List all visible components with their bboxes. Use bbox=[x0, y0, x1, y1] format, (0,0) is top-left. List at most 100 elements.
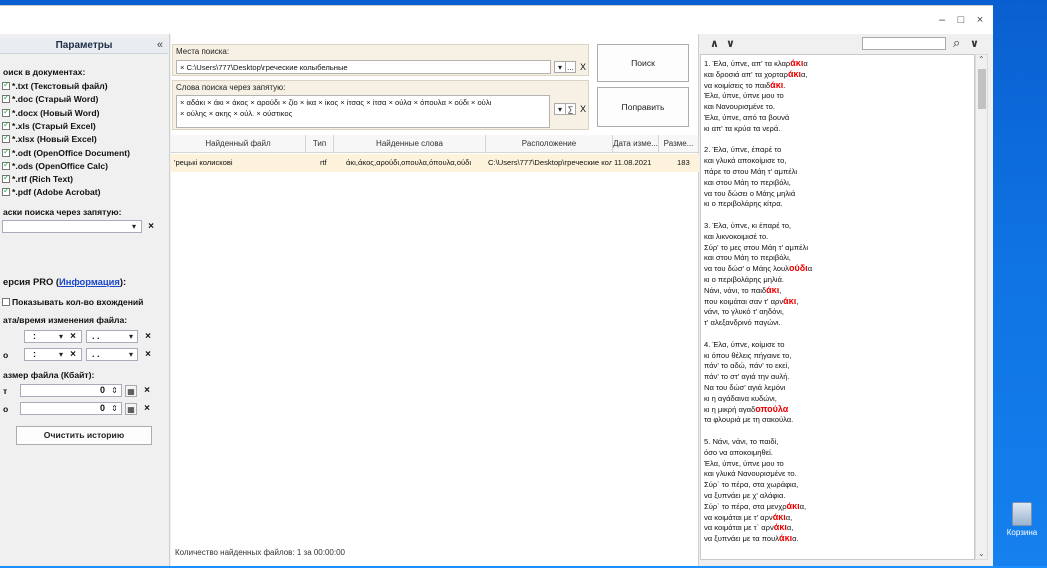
file-type-checkbox[interactable] bbox=[2, 93, 10, 104]
size-from-input[interactable]: 0 ⇕ bbox=[20, 384, 122, 397]
preview-line-text: α bbox=[807, 264, 813, 274]
search-in-docs-label: оиск в документах: bbox=[3, 67, 86, 77]
date-from-date[interactable]: . . ▾ bbox=[86, 330, 138, 343]
calc-icon[interactable]: ▦ bbox=[125, 385, 137, 397]
file-type-option[interactable]: *.xlsx (Новый Excel) bbox=[2, 133, 97, 145]
preview-line: που κοιμάται σαν τ' αρνάκι, bbox=[704, 296, 798, 306]
file-type-checkbox[interactable] bbox=[2, 80, 10, 90]
date-to-date[interactable]: . . ▾ bbox=[86, 348, 138, 361]
size-to-input[interactable]: 0 ⇕ bbox=[20, 402, 122, 415]
preview-line-text: α, bbox=[799, 501, 807, 511]
preview-line: να του δώσ' ο Μάης λουλούδια bbox=[704, 263, 812, 273]
file-type-option[interactable]: *.doc (Старый Word) bbox=[2, 93, 98, 105]
maximize-button[interactable]: □ bbox=[953, 13, 969, 27]
show-count-checkbox[interactable] bbox=[2, 298, 10, 306]
file-type-option[interactable]: *.docx (Новый Word) bbox=[2, 107, 99, 119]
reset-button[interactable]: Поправить bbox=[597, 87, 689, 127]
file-type-checkbox[interactable] bbox=[2, 120, 10, 130]
col-found-words[interactable]: Найденные слова bbox=[334, 135, 486, 153]
col-date[interactable]: Дата изме... bbox=[613, 135, 659, 153]
masks-input[interactable]: ▾ bbox=[2, 220, 142, 233]
preview-search-input[interactable] bbox=[862, 37, 946, 50]
date-to-time[interactable]: : ▾ × bbox=[24, 348, 82, 361]
file-type-option[interactable]: *.odt (OpenOffice Document) bbox=[2, 147, 130, 159]
date-to-clear-icon[interactable]: × bbox=[142, 349, 154, 361]
size-from-clear-icon[interactable]: × bbox=[141, 385, 153, 397]
highlight-match: άκι bbox=[766, 284, 780, 295]
app-window: – □ × Параметры « оиск в документах: *.t… bbox=[0, 5, 993, 567]
file-type-label: *.docx (Новый Word) bbox=[12, 107, 100, 118]
date-from-time-clear-icon[interactable]: × bbox=[67, 331, 79, 343]
file-type-checkbox[interactable] bbox=[2, 133, 10, 144]
file-type-option[interactable]: *.pdf (Adobe Acrobat) bbox=[2, 186, 100, 198]
collapse-icon[interactable]: « bbox=[157, 39, 163, 51]
preview-line-text: κι η αγάδαινα κυδώνι, bbox=[704, 393, 777, 403]
highlight-match: άκι bbox=[779, 533, 793, 544]
preview-line-text: να ξυπνάει με χ' αλάφια. bbox=[704, 491, 786, 500]
col-found-file[interactable]: Найденный файл bbox=[171, 135, 306, 153]
places-clear-icon[interactable]: X bbox=[577, 61, 589, 73]
preview-line: πάρε το στου Μάη τ' αμπέλι bbox=[704, 166, 797, 176]
size-label: азмер файла (Кбайт): bbox=[3, 370, 95, 380]
file-type-checkbox[interactable] bbox=[2, 173, 10, 184]
chevron-down-icon[interactable]: ∨ bbox=[970, 37, 979, 50]
scroll-thumb[interactable] bbox=[978, 69, 986, 109]
search-words-input[interactable]: × αδάκι × άκι × άκος × αρούδι × ζίο × ίκ… bbox=[176, 95, 550, 128]
date-from-time[interactable]: : ▾ × bbox=[24, 330, 82, 343]
preview-line-text: α, bbox=[786, 523, 794, 533]
file-type-checkbox[interactable] bbox=[2, 186, 10, 197]
recycle-bin[interactable]: Корзина bbox=[1002, 502, 1042, 550]
preview-scrollbar[interactable]: ⌃ ⌄ bbox=[975, 54, 988, 560]
highlight-match: ούδι bbox=[788, 263, 808, 274]
search-places-input[interactable]: × C:\Users\777\Desktop\греческие колыбел… bbox=[176, 60, 551, 74]
file-type-option[interactable]: *.xls (Старый Excel) bbox=[2, 120, 96, 132]
sum-icon[interactable]: ∑ bbox=[565, 103, 576, 115]
size-to-clear-icon[interactable]: × bbox=[141, 403, 153, 415]
file-type-label: *.xls (Старый Excel) bbox=[12, 120, 96, 131]
file-type-checkbox[interactable] bbox=[2, 147, 10, 157]
preview-line: και Νανουρισμένε το. bbox=[704, 101, 775, 111]
date-to-prefix: о bbox=[3, 350, 9, 360]
parameters-header: Параметры « bbox=[0, 38, 168, 54]
preview-line-text: και δροσιά απ' τα χορταρ bbox=[704, 69, 788, 79]
show-count-option[interactable]: Показывать кол-во вхождений bbox=[2, 296, 143, 308]
recycle-bin-icon bbox=[1012, 502, 1032, 526]
preview-line-text: να κοιμάται με τ' αρν bbox=[704, 512, 773, 522]
show-count-label: Показывать кол-во вхождений bbox=[12, 297, 144, 307]
file-type-option[interactable]: *.rtf (Rich Text) bbox=[2, 173, 73, 185]
search-button[interactable]: Поиск bbox=[597, 44, 689, 82]
search-icon[interactable]: ⌕ bbox=[953, 35, 960, 51]
col-type[interactable]: Тип bbox=[306, 135, 334, 153]
col-location[interactable]: Расположение bbox=[486, 135, 613, 153]
parameters-panel: Параметры « оиск в документах: *.txt (Те… bbox=[0, 34, 170, 567]
preview-line: Έλα, ύπνε, ύπνε μου το bbox=[704, 458, 784, 468]
preview-line-text: τα φλουριά με τη σακούλα. bbox=[704, 415, 794, 425]
table-row[interactable]: 'рецькі колискові rtf άκι,άκος,αρούδι,οπ… bbox=[171, 154, 699, 172]
file-type-option[interactable]: *.txt (Текстовый файл) bbox=[2, 80, 108, 92]
col-size[interactable]: Разме... bbox=[659, 135, 699, 153]
minimize-button[interactable]: – bbox=[934, 13, 950, 27]
highlight-match: οπούλα bbox=[755, 403, 789, 414]
preview-line: να κοιμάται με τ` αρνάκια, bbox=[704, 522, 793, 532]
file-type-label: *.ods (OpenOffice Calc) bbox=[12, 160, 108, 171]
calc-icon[interactable]: ▦ bbox=[125, 403, 137, 415]
preview-line: και γλυκά αποκοίμισε το, bbox=[704, 155, 787, 165]
browse-button[interactable]: ... bbox=[565, 61, 576, 73]
masks-dropdown-icon[interactable]: ▾ bbox=[128, 221, 140, 233]
file-type-checkbox[interactable] bbox=[2, 160, 10, 170]
preview-line-text: 5. Νάνι, νάνι, το παιδί, bbox=[704, 437, 779, 446]
words-clear-icon[interactable]: X bbox=[577, 103, 589, 115]
date-to-time-clear-icon[interactable]: × bbox=[67, 349, 79, 361]
preview-line-text: Να του δώσ' αγιά λεμόνι bbox=[704, 383, 786, 392]
close-button[interactable]: × bbox=[972, 13, 988, 27]
next-match-icon[interactable]: ∨ bbox=[726, 37, 735, 50]
preview-text[interactable]: 1. Έλα, ύπνε, απ' τα κλαράκια και δροσιά … bbox=[700, 54, 975, 560]
date-from-clear-icon[interactable]: × bbox=[142, 331, 154, 343]
pro-info-link[interactable]: Информация bbox=[59, 276, 120, 287]
clear-history-button[interactable]: Очистить историю bbox=[16, 426, 152, 445]
file-type-checkbox[interactable] bbox=[2, 107, 10, 117]
file-type-option[interactable]: *.ods (OpenOffice Calc) bbox=[2, 160, 108, 172]
masks-clear-icon[interactable]: × bbox=[145, 221, 157, 233]
spin-icon: ⇕ bbox=[111, 404, 118, 413]
prev-match-icon[interactable]: ∧ bbox=[710, 37, 719, 50]
